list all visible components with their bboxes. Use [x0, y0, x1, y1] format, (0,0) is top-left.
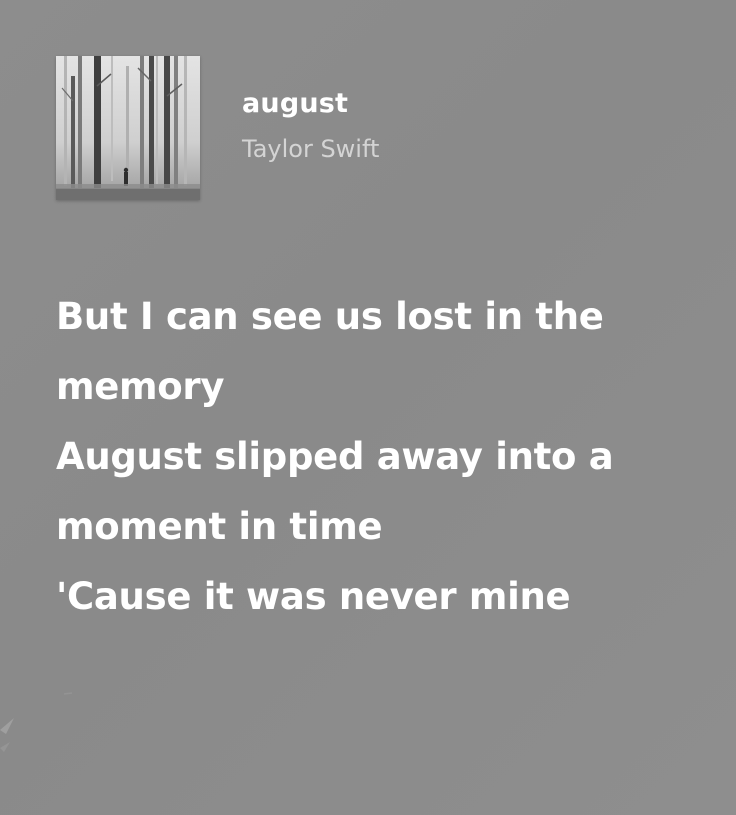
track-info: august Taylor Swift — [242, 86, 379, 166]
track-artist: Taylor Swift — [242, 135, 380, 163]
lyrics-block: But I can see us lost in the memory Augu… — [56, 282, 696, 632]
decorative-corner-mark — [0, 692, 73, 752]
album-cover-image — [56, 56, 200, 200]
lyric-line: moment in time — [56, 505, 383, 548]
lyric-line: But I can see us lost in the — [56, 295, 604, 338]
lyric-line: August slipped away into a — [56, 435, 614, 478]
lyrics-share-card: august Taylor Swift But I can see us los… — [0, 0, 736, 815]
track-title: august — [242, 88, 349, 119]
lyric-line: 'Cause it was never mine — [56, 575, 571, 618]
lyric-line: memory — [56, 365, 225, 408]
